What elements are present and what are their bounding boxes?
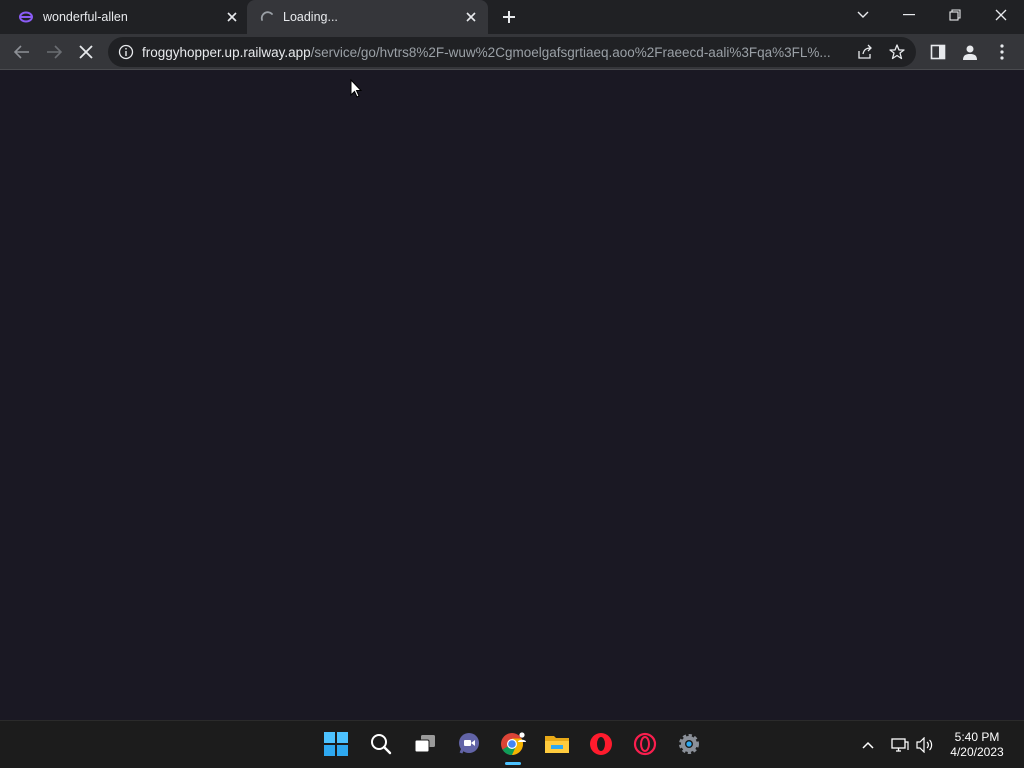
url-host: froggyhopper.up.railway.app [142, 45, 311, 60]
active-app-indicator [505, 762, 521, 765]
site-info-icon[interactable] [118, 44, 134, 65]
close-tab-icon[interactable] [463, 9, 479, 25]
url-path: /service/go/hvtrs8%2F-wuw%2Cgmoelgafsgrt… [310, 45, 831, 60]
mouse-pointer-icon [350, 78, 363, 103]
loading-spinner-icon [259, 10, 275, 24]
file-explorer-icon[interactable] [542, 729, 572, 759]
opera-gx-icon[interactable] [630, 729, 660, 759]
stop-loading-icon[interactable] [75, 41, 97, 63]
settings-icon[interactable] [674, 729, 704, 759]
tab-strip: wonderful-allen Loading... [0, 0, 1024, 34]
side-panel-icon[interactable] [927, 41, 949, 63]
show-hidden-icons-chevron-icon[interactable] [858, 735, 878, 755]
tab-wonderful-allen[interactable]: wonderful-allen [0, 0, 247, 34]
back-arrow-icon[interactable] [11, 41, 33, 63]
forward-arrow-icon[interactable] [43, 41, 65, 63]
share-icon[interactable] [856, 43, 874, 66]
kebab-menu-icon[interactable] [991, 41, 1013, 63]
restore-icon[interactable] [942, 4, 968, 26]
new-tab-plus-icon[interactable] [499, 7, 519, 27]
chrome-icon[interactable] [498, 729, 528, 759]
windows-start-icon[interactable] [321, 729, 351, 759]
teams-chat-icon[interactable] [454, 729, 484, 759]
close-window-icon[interactable] [988, 4, 1014, 26]
windows-taskbar: 5:40 PM 4/20/2023 [0, 720, 1024, 768]
profile-avatar-icon[interactable] [959, 41, 981, 63]
minimize-icon[interactable] [896, 4, 922, 26]
tab-title: Loading... [283, 10, 338, 24]
task-view-icon[interactable] [410, 729, 440, 759]
bookmark-star-icon[interactable] [888, 43, 906, 66]
url-text[interactable]: froggyhopper.up.railway.app/service/go/h… [142, 45, 848, 60]
page-content-area [0, 71, 1024, 720]
railway-logo-icon [18, 10, 34, 24]
clock-time: 5:40 PM [954, 730, 1000, 744]
search-icon[interactable] [366, 729, 396, 759]
volume-icon[interactable] [915, 735, 935, 755]
system-clock[interactable]: 5:40 PM 4/20/2023 [944, 730, 1010, 760]
browser-toolbar: froggyhopper.up.railway.app/service/go/h… [0, 34, 1024, 70]
tab-loading[interactable]: Loading... [247, 0, 488, 34]
opera-icon[interactable] [586, 729, 616, 759]
clock-date: 4/20/2023 [950, 745, 1004, 759]
address-bar[interactable]: froggyhopper.up.railway.app/service/go/h… [108, 37, 916, 67]
network-icon[interactable] [890, 735, 910, 755]
close-tab-icon[interactable] [224, 9, 240, 25]
tab-search-chevron-icon[interactable] [850, 4, 876, 26]
tab-title: wonderful-allen [43, 10, 128, 24]
